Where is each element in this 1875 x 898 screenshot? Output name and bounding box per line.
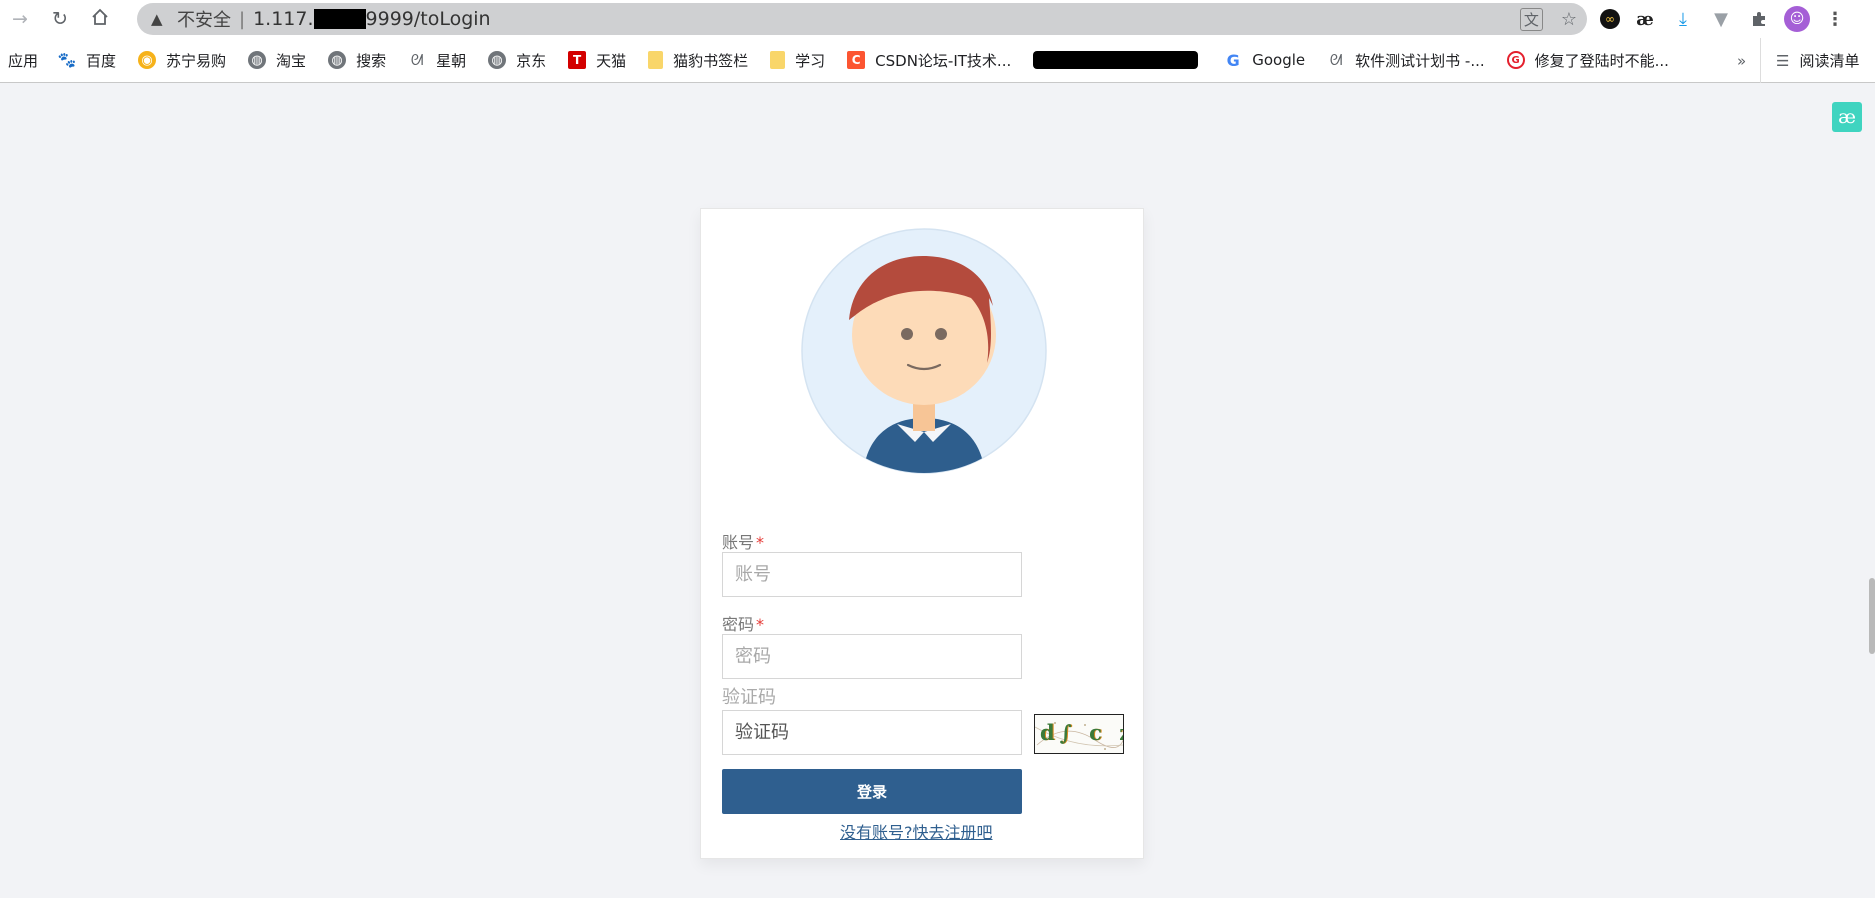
reading-list-label: 阅读清单: [1799, 52, 1860, 70]
feather-icon: ᘛ: [410, 51, 424, 69]
extensions-area: ∞ æ ⤓ ▼ ☺ ⋮: [1600, 0, 1848, 38]
translate-icon[interactable]: 文: [1519, 7, 1543, 31]
reload-icon: ↻: [52, 8, 68, 30]
bookmarks-bar: 应用 🐾 百度 ◉ 苏宁易购 ◍ 淘宝 ◍ 搜索 ᘛ 星朝 ◍ 京东 T 天猫 …: [0, 38, 1875, 83]
address-bar[interactable]: ▲ 不安全 | 1.117. 9999/toLogin 文 ☆: [137, 3, 1587, 35]
ae-icon[interactable]: æ: [1632, 6, 1658, 32]
required-mark: *: [756, 533, 765, 552]
redacted-ip: [313, 9, 366, 29]
bookmark-label: 修复了登陆时不能...: [1534, 51, 1669, 70]
globe-icon: ◍: [248, 51, 267, 69]
bookmark-taobao[interactable]: ◍ 淘宝: [248, 50, 306, 71]
captcha-label: 验证码: [722, 687, 776, 708]
forward-button[interactable]: →: [0, 0, 40, 38]
security-label: 不安全: [177, 10, 231, 31]
bookmark-label: 淘宝: [276, 51, 307, 70]
login-button[interactable]: 登录: [722, 769, 1022, 814]
bookmark-test-plan[interactable]: ᘛ 软件测试计划书 -...: [1327, 50, 1485, 71]
url-text: 1.117. 9999/toLogin: [253, 8, 491, 30]
bookmark-label: 学习: [795, 51, 826, 70]
feather-icon: ᘛ: [1329, 51, 1343, 69]
home-icon: [91, 8, 109, 31]
bookmark-star-icon[interactable]: ☆: [1561, 9, 1577, 30]
more-icon[interactable]: ⋮: [1822, 6, 1848, 32]
infinity-icon[interactable]: ∞: [1600, 9, 1620, 29]
arrow-right-icon: →: [12, 8, 28, 30]
bookmark-label: 猫豹书签栏: [673, 51, 749, 70]
puzzle-icon[interactable]: [1746, 6, 1772, 32]
bookmark-label: 软件测试计划书 -...: [1355, 51, 1485, 70]
folder-icon: [770, 51, 786, 69]
captcha-image[interactable]: d∫ c z: [1034, 714, 1124, 754]
globe-icon: ◍: [328, 51, 347, 69]
browser-toolbar: → ↻ ▲ 不安全 | 1.117. 9999/toLogin 文 ☆ ∞ æ …: [0, 0, 1875, 38]
profile-icon[interactable]: ☺: [1784, 6, 1810, 32]
password-input[interactable]: [722, 634, 1022, 679]
captcha-text: d∫ c z: [1040, 720, 1123, 745]
password-label-text: 密码: [722, 615, 755, 634]
scrollbar-thumb[interactable]: [1869, 578, 1875, 654]
suning-icon: ◉: [138, 51, 157, 69]
bookmark-label: 搜索: [356, 51, 387, 70]
vuejs-icon[interactable]: ▼: [1708, 6, 1734, 32]
password-label: 密码 *: [722, 611, 764, 635]
csdn-icon: C: [847, 51, 866, 69]
omnibox-actions: 文 ☆: [1519, 3, 1577, 35]
google-icon: G: [1226, 50, 1240, 70]
bookmark-label: 星朝: [436, 51, 467, 70]
bookmarks-more-button[interactable]: »: [1737, 38, 1746, 83]
register-link[interactable]: 没有账号?快去注册吧: [840, 819, 993, 843]
reading-list-icon: ☰: [1776, 51, 1790, 70]
redacted-bookmark: [1033, 51, 1199, 69]
bookmark-apps[interactable]: 应用: [8, 50, 38, 71]
avatar-illustration: [801, 228, 1047, 474]
reading-list-button[interactable]: ☰ 阅读清单: [1760, 38, 1859, 83]
bookmark-label: CSDN论坛-IT技术...: [875, 51, 1012, 70]
bookmark-google[interactable]: G Google: [1224, 50, 1306, 70]
red-g-icon: G: [1506, 51, 1525, 69]
ae-extension-float-icon[interactable]: æ: [1832, 102, 1862, 132]
login-card: 账号* 密码* 验证码 d∫ c z 登录 没有账号?快去注册吧: [700, 208, 1144, 859]
warning-icon: ▲: [151, 10, 163, 28]
bookmark-csdn[interactable]: C CSDN论坛-IT技术...: [847, 50, 1011, 71]
url-prefix: 1.117.: [253, 8, 314, 30]
bookmark-fix-login[interactable]: G 修复了登陆时不能...: [1506, 50, 1669, 71]
bookmark-jd[interactable]: ◍ 京东: [488, 50, 546, 71]
apps-label: 应用: [8, 51, 39, 70]
bookmark-folder-study[interactable]: 学习: [770, 50, 825, 71]
download-icon[interactable]: ⤓: [1670, 6, 1696, 32]
tmall-icon: T: [568, 51, 587, 69]
account-label: 账号 *: [722, 529, 764, 553]
account-label-text: 账号: [722, 533, 755, 552]
account-input[interactable]: [722, 552, 1022, 597]
folder-icon: [648, 51, 664, 69]
paw-icon: 🐾: [57, 51, 77, 69]
bookmark-tmall[interactable]: T 天猫: [568, 50, 626, 71]
bookmark-label: 苏宁易购: [166, 51, 227, 70]
required-mark: *: [756, 615, 765, 634]
reload-button[interactable]: ↻: [40, 0, 80, 38]
bookmark-suning[interactable]: ◉ 苏宁易购: [138, 50, 226, 71]
url-suffix: 9999/toLogin: [365, 8, 491, 30]
captcha-input[interactable]: [722, 710, 1022, 755]
bookmark-baidu[interactable]: 🐾 百度: [58, 50, 116, 71]
home-button[interactable]: [80, 0, 120, 38]
double-chevron-icon: »: [1737, 51, 1747, 70]
bookmark-xingchao[interactable]: ᘛ 星朝: [408, 50, 466, 71]
bookmark-label: 天猫: [596, 51, 627, 70]
bookmark-search[interactable]: ◍ 搜索: [328, 50, 386, 71]
bookmark-label: Google: [1252, 51, 1306, 69]
security-separator: |: [239, 8, 246, 30]
globe-icon: ◍: [488, 51, 507, 69]
bookmark-label: 京东: [516, 51, 547, 70]
bookmark-label: 百度: [86, 51, 117, 70]
bookmark-folder-maobao[interactable]: 猫豹书签栏: [648, 50, 748, 71]
